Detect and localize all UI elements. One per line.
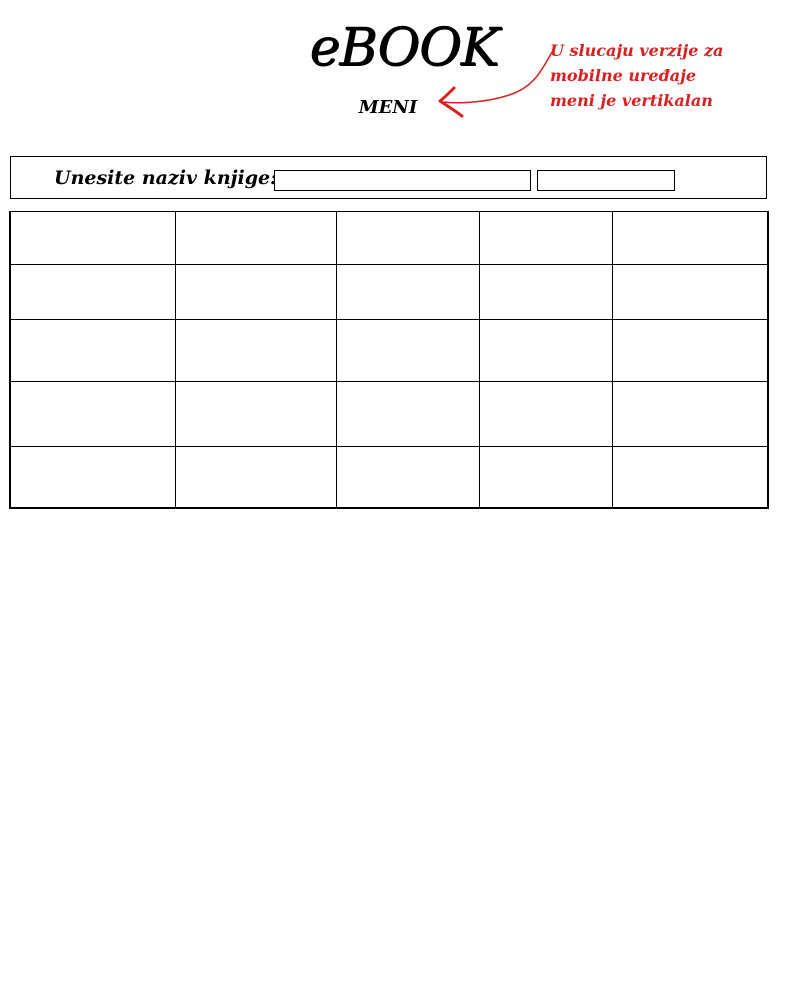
- grid-cell: [337, 447, 479, 507]
- grid-cell: [613, 212, 767, 264]
- search-button[interactable]: [537, 170, 675, 191]
- grid-cell: [480, 320, 612, 381]
- grid-cell: [613, 265, 767, 319]
- grid-cell: [337, 265, 479, 319]
- arrow-icon: [438, 51, 553, 118]
- grid-cell: [480, 447, 612, 507]
- grid-cell: [480, 212, 612, 264]
- book-title-input[interactable]: [274, 170, 531, 191]
- grid-cell: [11, 382, 175, 446]
- mobile-menu-note: U slucaju verzije za mobilne uređaje men…: [550, 41, 724, 110]
- grid-cell: [613, 320, 767, 381]
- grid-cell: [176, 212, 336, 264]
- grid-cell: [613, 382, 767, 446]
- grid-cell: [613, 447, 767, 507]
- grid-cell: [11, 447, 175, 507]
- search-bar: Unesite naziv knjige:: [10, 156, 767, 199]
- menu-link[interactable]: MENI: [352, 96, 424, 120]
- grid-cell: [337, 320, 479, 381]
- grid-cell: [480, 265, 612, 319]
- search-label: Unesite naziv knjige:: [54, 167, 278, 189]
- grid-cell: [337, 382, 479, 446]
- grid-cell: [176, 382, 336, 446]
- grid-cell: [11, 265, 175, 319]
- grid-cell: [176, 265, 336, 319]
- grid-cell: [176, 447, 336, 507]
- grid-cell: [11, 320, 175, 381]
- grid-cell: [480, 382, 612, 446]
- grid-cell: [337, 212, 479, 264]
- book-grid: [9, 211, 769, 509]
- grid-cell: [11, 212, 175, 264]
- grid-cell: [176, 320, 336, 381]
